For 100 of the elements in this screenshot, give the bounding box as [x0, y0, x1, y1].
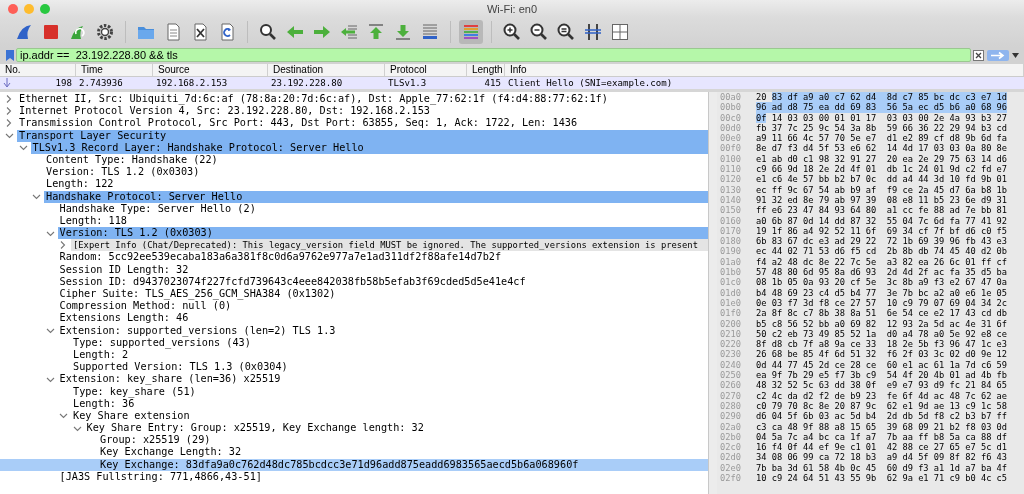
tree-item[interactable]: Group: x25519 (29) — [0, 434, 708, 447]
table-cell-text: 415 — [483, 77, 502, 89]
hex-bytes[interactable]: ec ff 9c 67 54 ab b9 af f9 ce 2a 45 d7 6a b8 1b — [756, 184, 1008, 195]
hex-bytes[interactable]: 57 48 80 6d 95 8a d6 93 2d 4d 2f ac fa 35 d5 ba — [756, 267, 1008, 278]
tree-item[interactable]: Cipher Suite: TLS_AES_256_GCM_SHA384 (0x1302) — [0, 288, 708, 301]
hex-bytes[interactable]: 96 ad d8 75 ea dd 69 83 56 5a ec d5 b6 a0 68 96 — [756, 102, 1008, 113]
hex-bytes[interactable]: 04 5a 7c a4 bc ca 1f a7 7b aa ff b8 5a ca 88 df — [756, 431, 1008, 443]
hex-bytes[interactable]: 50 c2 eb 73 49 85 52 1a d0 a4 78 a0 5e 92 e8 ce — [756, 328, 1008, 340]
hex-bytes[interactable]: 08 1b 05 0a 93 20 cf 5e 3c 8b a9 f3 e2 67 47 0a — [756, 277, 1008, 288]
hex-bytes[interactable]: ea 9f 7b 29 e5 f7 3b c9 54 4f 20 4b 01 ad 4b fb — [756, 370, 1008, 381]
tree-item[interactable]: Session ID: d9437023074f227fcfd739643c4eee842038fb58b5efab3f69cded5d5e41e4cf — [0, 275, 708, 288]
hex-bytes[interactable]: 0d 44 77 45 2d ce 28 ce 60 e1 ac 61 1a 7d c6 59 — [756, 359, 1008, 370]
hex-bytes[interactable]: 20 — [756, 92, 767, 103]
hex-bytes[interactable]: 19 1f 86 a4 92 52 11 6f 69 34 cf 7f bf d6 c0 f5 — [756, 225, 1008, 237]
colored-lines-icon[interactable] — [459, 20, 483, 44]
tree-item[interactable]: Key Exchange: 83dfa9a0c762d48dc785bcdcc3e71d96add875eadd6983565aecd5b6a068960f — [0, 458, 708, 471]
chevron-right-icon[interactable] — [5, 94, 12, 104]
offset-label: 0140 — [719, 194, 742, 206]
hex-bytes[interactable]: d6 04 5f 6b 03 ac 5d b4 2d db 5d f8 c2 b3 b7 ff — [756, 411, 1008, 422]
tree-item[interactable]: Length: 2 — [0, 348, 708, 362]
chevron-down-icon[interactable] — [45, 375, 55, 383]
tree-item[interactable]: Extension: key_share (len=36) x25519 — [0, 373, 708, 386]
hex-bytes[interactable]: e1 ab d0 c1 98 32 91 27 20 ea 2e 29 75 63 14 d6 — [756, 153, 1008, 165]
hex-bytes[interactable]: 48 32 52 5c 63 dd 38 0f e9 e7 93 d9 fc 21 84 65 — [756, 380, 1008, 391]
tree-item[interactable]: Length: 118 — [0, 214, 708, 228]
bookmark-icon[interactable] — [6, 49, 14, 61]
packet-row[interactable]: 198 2.743936 192.168.2.153 23.192.228.80 TLSv1.3 415 Client Hello (SNI=example.com) — [0, 77, 1024, 89]
caret-icon[interactable] — [1012, 52, 1019, 58]
chevron-right-icon[interactable] — [59, 240, 66, 250]
chevron-right-icon[interactable] — [5, 118, 12, 128]
tree-item[interactable]: Key Share extension — [0, 409, 708, 423]
tree-item[interactable]: Extensions Length: 46 — [0, 312, 708, 325]
chevron-down-icon[interactable] — [45, 327, 55, 335]
tree-item[interactable]: Ethernet II, Src: Ubiquiti_7d:6c:af (78:8a:20:7d:6c:af), Dst: Apple_77:62:1f (f4:d4:88:77:62:1f) — [0, 93, 708, 106]
hex-bytes[interactable]: e1 c6 4e 57 bb b2 b7 0c dd a4 44 3d 10 fd 9b 01 — [756, 174, 1008, 185]
tree-item[interactable]: Supported Version: TLS 1.3 (0x0304) — [0, 361, 708, 374]
hex-bytes[interactable]: 16 f4 0f 44 ef 9e c1 01 42 88 ce 27 65 e7 5c d1 — [756, 442, 1008, 453]
hex-bytes[interactable]: 10 c9 24 64 51 43 55 9b 62 9a e1 71 c9 b0 4c c5 — [756, 473, 1008, 484]
tree-item[interactable]: Transmission Control Protocol, Src Port: 443, Dst Port: 63855, Seq: 1, Ack: 1722, Len: 1436 — [0, 117, 708, 130]
hex-bytes[interactable]: 83 df a9 a0 c7 62 d4 8d c7 85 bc dc c3 e7 1d — [771, 92, 1008, 103]
hex-bytes[interactable]: 26 68 be 85 4f 6d 51 32 f6 2f 03 3c 02 d0 9e 12 — [756, 349, 1008, 360]
hex-bytes[interactable]: a9 11 66 4c 57 70 5e e7 d1 e2 89 cf d8 9b 6d fa — [756, 133, 1008, 144]
tree-item[interactable]: Extension: supported_versions (len=2) TLS 1.3 — [0, 324, 708, 337]
tree-item[interactable]: Length: 36 — [0, 397, 708, 410]
tree-item[interactable]: [JA3S Fullstring: 771,4866,43-51] — [0, 470, 708, 483]
chevron-down-icon[interactable] — [72, 424, 82, 432]
window-title: Wi-Fi: en0 — [486, 2, 538, 15]
chevron-down-icon[interactable] — [5, 132, 14, 140]
column-header[interactable]: Length — [467, 64, 505, 76]
tree-item[interactable]: Content Type: Handshake (22) — [0, 153, 708, 167]
hex-bytes[interactable]: 8f d8 cb 7f a8 9a ce 33 18 2e 5b f3 96 47 1c e3 — [756, 339, 1008, 350]
tree-item[interactable]: Length: 122 — [0, 178, 708, 191]
tree-item[interactable]: Random: 5cc92ee539ecaba183a6a381f8c0d6a9762e977a7e1ad311df2f88afe14d7b2f — [0, 251, 708, 264]
offset-label: 02d0 — [719, 452, 742, 463]
chevron-right-icon[interactable] — [5, 106, 12, 116]
tree-item[interactable]: Type: supported_versions (43) — [0, 336, 708, 349]
column-header[interactable]: No. — [0, 64, 76, 76]
hex-bytes[interactable]: b4 48 69 23 c4 d5 b4 77 3e 7b bc a2 a0 e6 1e 05 — [756, 287, 1008, 298]
column-header[interactable]: Source — [153, 64, 268, 76]
hex-bytes[interactable]: b5 c8 56 52 bb a0 69 82 12 93 2a 5d ac 4e 31 6f — [756, 318, 1008, 329]
column-header[interactable]: Protocol — [385, 64, 467, 76]
tree-item[interactable]: Session ID Length: 32 — [0, 263, 708, 276]
table-cell-text: Client Hello (SNI=example.com) — [507, 77, 674, 89]
hex-bytes[interactable]: ff e6 23 47 84 93 64 80 a1 cc fe 88 ad 7e bb 81 — [756, 205, 1008, 216]
chevron-down-icon[interactable] — [59, 412, 68, 420]
hex-bytes[interactable]: c3 ca 48 9f 88 a8 15 65 39 68 09 21 b2 f8 03 0d — [756, 421, 1008, 432]
tree-item[interactable]: Version: TLS 1.2 (0x0303) — [0, 166, 708, 179]
hex-bytes[interactable]: 0f — [756, 112, 767, 123]
tree-item[interactable]: Key Share Entry: Group: x25519, Key Exchange length: 32 — [0, 422, 708, 435]
hex-bytes[interactable]: 34 08 06 99 ca 72 18 b3 a9 d4 5f 09 8f 82 f6 43 — [756, 452, 1008, 463]
tree-item[interactable]: Handshake Type: Server Hello (2) — [0, 202, 708, 215]
hex-bytes[interactable]: 14 03 03 00 01 01 17 03 03 00 2e 4a 93 b3 27 — [771, 112, 1008, 123]
offset-label: 0240 — [719, 359, 742, 370]
hex-bytes[interactable]: 7b ba 3d 61 58 4b 0c 45 60 d9 f3 a1 1d a7 ba 4f — [756, 462, 1008, 473]
column-header[interactable]: Info — [505, 64, 1024, 76]
tree-item[interactable]: Key Exchange Length: 32 — [0, 446, 708, 459]
column-header[interactable]: Time — [76, 64, 153, 76]
chevron-down-icon[interactable] — [45, 229, 55, 237]
offset-label: 0200 — [719, 318, 742, 329]
hex-bytes[interactable]: ec 44 02 71 53 d6 f5 cd 2b 8b db 74 45 40 d2 0b — [756, 246, 1008, 257]
hex-bytes[interactable]: 8e d7 f3 d4 5f 53 e6 62 14 4d 17 03 03 0a 80 8e — [756, 143, 1008, 154]
chevron-down-icon[interactable] — [32, 193, 41, 201]
tree-item[interactable]: Internet Protocol Version 4, Src: 23.192.228.80, Dst: 192.168.2.153 — [0, 105, 708, 118]
hex-bytes[interactable]: fb 37 7c 25 9c 54 3a 8b 59 66 36 22 29 94 b3 cd — [756, 122, 1008, 134]
hex-bytes[interactable]: 6b 83 67 dc e3 ad 29 22 72 1b 69 39 96 fb 43 e3 — [756, 236, 1008, 247]
hex-bytes[interactable]: c2 4c da d2 f2 de b9 23 fe 6f 4d ac 48 7c 62 ae — [756, 390, 1008, 401]
hex-bytes[interactable]: c0 79 70 8c 8e 20 87 9c 62 e1 9d ae 13 c9 1c 58 — [756, 400, 1008, 412]
hex-bytes[interactable]: a0 6b 87 0d 14 dd 87 32 55 04 7c 6d fa 77 41 92 — [756, 215, 1008, 226]
hex-bytes[interactable]: 0e 03 f7 3d f8 ce 27 57 10 c9 79 07 69 04 34 2c — [756, 297, 1008, 309]
hex-bytes[interactable]: 91 32 ed 8e 79 ab 97 39 08 e8 11 b5 23 6e d9 31 — [756, 194, 1008, 206]
clear-icon[interactable] — [973, 49, 984, 61]
close-window-button[interactable] — [8, 3, 18, 14]
tree-item[interactable]: Compression Method: null (0) — [0, 300, 708, 313]
chevron-down-icon[interactable] — [18, 144, 28, 152]
hex-bytes[interactable]: f4 a2 48 dc 8e 22 7c 5e a3 82 ea 26 6c 01 ff cf — [756, 256, 1008, 268]
hex-bytes[interactable]: 2a 8f 8c c7 8b 38 8a 51 6e 54 ce e2 17 43 cd db — [756, 308, 1008, 319]
hex-bytes[interactable]: c9 66 9d 18 2e 2d 4f 01 db 1c 24 01 9d c2 fd e7 — [756, 164, 1008, 175]
column-header[interactable]: Destination — [268, 64, 385, 76]
display-filter-field[interactable]: ip.addr == 23.192.228.80 && tls — [16, 48, 971, 62]
tree-item[interactable]: Type: key_share (51) — [0, 385, 708, 398]
